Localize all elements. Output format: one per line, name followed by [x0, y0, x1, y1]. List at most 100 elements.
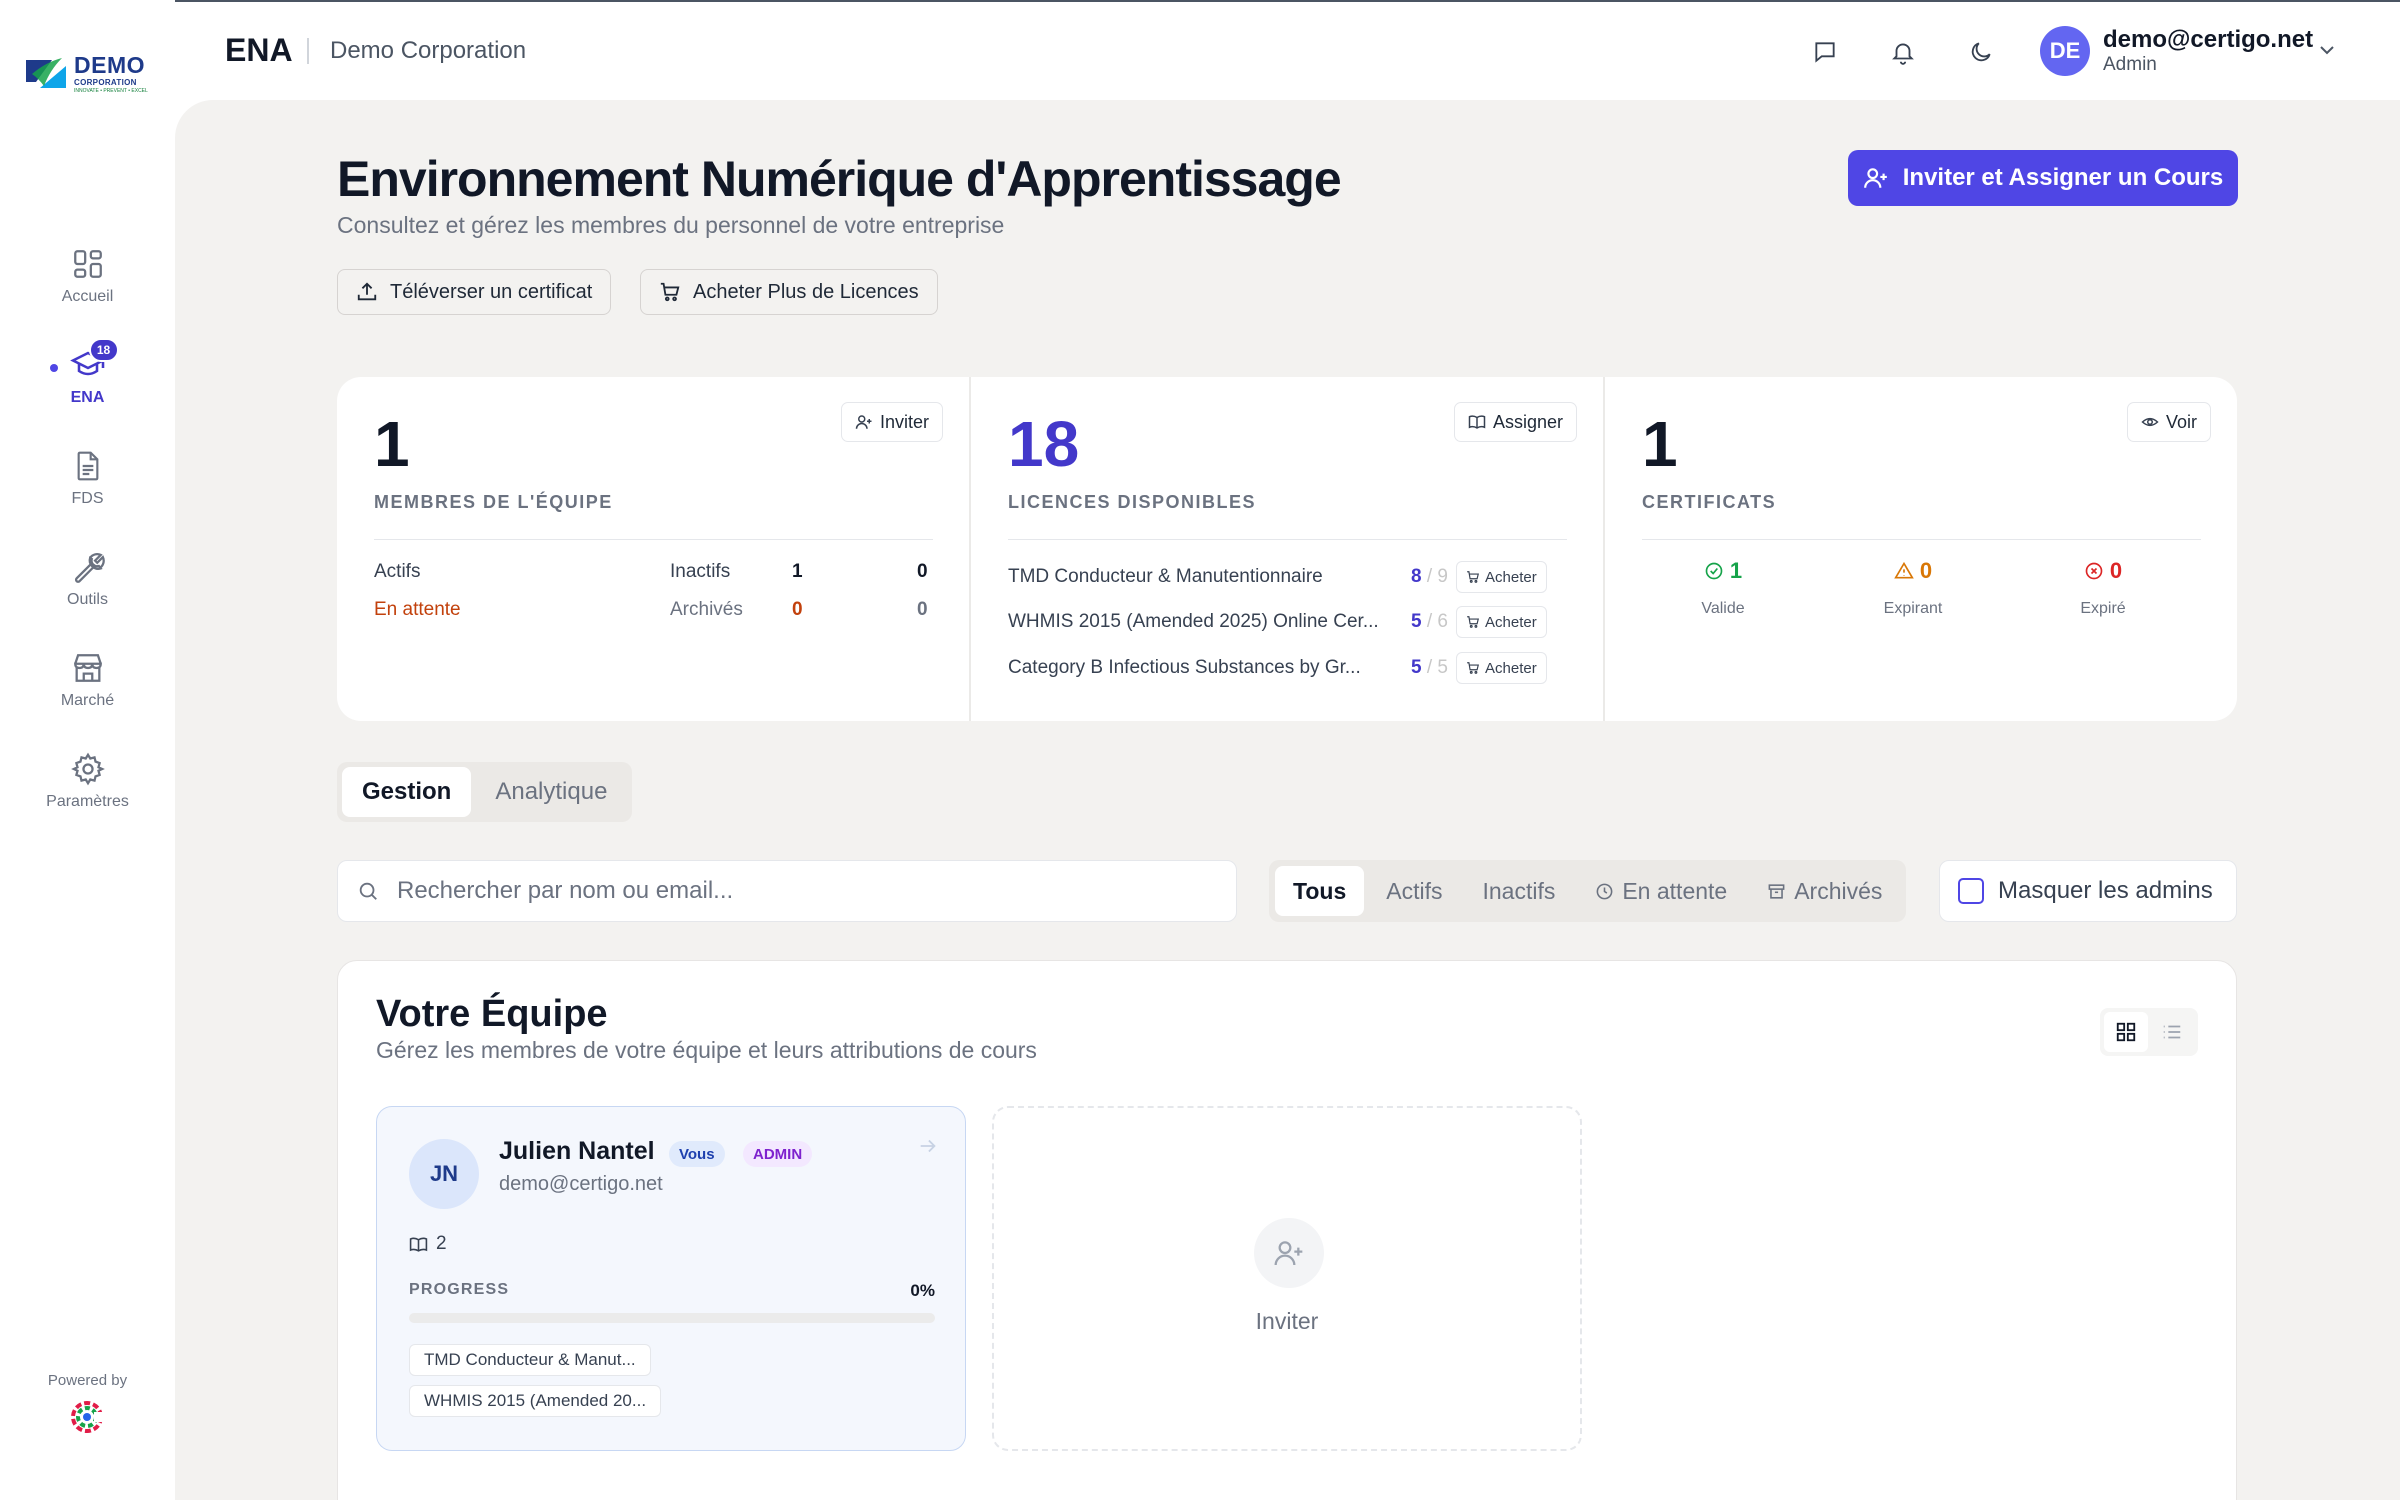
- buy-licenses-label: Acheter Plus de Licences: [693, 280, 919, 303]
- search-icon: [359, 882, 377, 900]
- course-chip: WHMIS 2015 (Amended 20...: [409, 1385, 662, 1417]
- team-members-count: 1: [374, 408, 410, 480]
- member-avatar: JN: [409, 1139, 479, 1209]
- graduation-cap-icon: 18: [69, 338, 119, 384]
- divider: [1008, 539, 1567, 540]
- clock-icon: [1596, 883, 1613, 899]
- user-avatar[interactable]: DE: [2040, 26, 2090, 76]
- page-title: Environnement Numérique d'Apprentissage: [337, 151, 1342, 207]
- pending-count: 0: [792, 599, 803, 620]
- ena-count-badge: 18: [88, 338, 119, 362]
- sidebar-item-ena[interactable]: 18 ENA: [0, 338, 175, 447]
- gear-icon: [69, 750, 107, 788]
- bell-icon[interactable]: [1885, 34, 1921, 70]
- upload-certificate-label: Téléverser un certificat: [390, 280, 593, 303]
- store-icon: [69, 649, 107, 687]
- admin-badge: ADMIN: [743, 1141, 813, 1167]
- hide-admins-toggle[interactable]: Masquer les admins: [1939, 860, 2237, 922]
- sidebar-item-fds[interactable]: FDS: [0, 447, 175, 548]
- sidebar-nav: Accueil 18 ENA FDS Outils Marché Paramèt…: [0, 245, 175, 851]
- messages-icon[interactable]: [1807, 34, 1843, 70]
- stats-card: 1 MEMBRES DE L'ÉQUIPE Inviter Actifs 1 I…: [337, 377, 2237, 721]
- inactive-count: 0: [917, 561, 928, 582]
- assign-license-button[interactable]: Assigner: [1453, 402, 1577, 442]
- logo-text-sub: CORPORATION: [74, 78, 137, 87]
- expiring-label: Expirant: [1883, 600, 1943, 617]
- certificates-stat: 1 CERTIFICATS Voir 1 Valide 0 Expirant 0…: [1605, 377, 2237, 721]
- member-card[interactable]: JN Julien Nantel Vous ADMIN demo@certigo…: [376, 1106, 966, 1451]
- hide-admins-label: Masquer les admins: [1998, 877, 2213, 904]
- tab-gestion[interactable]: Gestion: [342, 767, 472, 817]
- expired-label: Expiré: [2080, 600, 2126, 617]
- license-row: Category B Infectious Substances by Gr..…: [1008, 651, 1564, 685]
- hide-admins-checkbox[interactable]: [1958, 878, 1984, 904]
- license-row: WHMIS 2015 (Amended 2025) Online Cer... …: [1008, 605, 1564, 639]
- buy-licenses-button[interactable]: Acheter Plus de Licences: [640, 269, 938, 315]
- arrow-right-icon[interactable]: [917, 1135, 939, 1157]
- license-name: TMD Conducteur & Manutentionnaire: [1008, 566, 1323, 587]
- cart-icon: [660, 282, 680, 302]
- team-members-label: MEMBRES DE L'ÉQUIPE: [374, 492, 613, 512]
- valid-label: Valide: [1701, 600, 1745, 617]
- moon-icon[interactable]: [1963, 34, 1999, 70]
- license-count: 5 / 5: [1411, 657, 1448, 678]
- chevron-down-icon[interactable]: [2315, 38, 2339, 62]
- progress-value: 0%: [910, 1281, 935, 1300]
- invite-member-button[interactable]: Inviter: [840, 402, 943, 442]
- tab-analytique[interactable]: Analytique: [475, 767, 627, 817]
- archive-icon: [1768, 883, 1785, 899]
- header-divider: [307, 38, 309, 64]
- archived-label: Archivés: [670, 599, 743, 620]
- user-email[interactable]: demo@certigo.net: [2103, 26, 2313, 54]
- course-chip: TMD Conducteur & Manut...: [409, 1344, 651, 1376]
- search-input[interactable]: [397, 877, 1197, 905]
- view-certificates-label: Voir: [2165, 411, 2197, 432]
- check-circle-icon: [1705, 562, 1723, 580]
- filter-inactive[interactable]: Inactifs: [1464, 866, 1573, 916]
- filter-active[interactable]: Actifs: [1368, 866, 1460, 916]
- sidebar-item-label: ENA: [70, 389, 105, 406]
- sidebar-item-label: Accueil: [61, 288, 114, 305]
- team-panel: Votre Équipe Gérez les membres de votre …: [337, 960, 2237, 1500]
- sidebar-item-accueil[interactable]: Accueil: [0, 245, 175, 346]
- buy-license-button[interactable]: Acheter: [1456, 606, 1547, 638]
- upload-certificate-button[interactable]: Téléverser un certificat: [337, 269, 612, 315]
- view-certificates-button[interactable]: Voir: [2126, 402, 2211, 442]
- active-label: Actifs: [374, 561, 421, 582]
- sidebar-item-label: Outils: [67, 591, 108, 608]
- sidebar-item-label: Marché: [60, 692, 115, 709]
- filter-archived[interactable]: Archivés: [1749, 866, 1900, 916]
- licenses-label: LICENCES DISPONIBLES: [1008, 492, 1257, 512]
- sidebar-item-parametres[interactable]: Paramètres: [0, 750, 175, 851]
- invite-member-card[interactable]: Inviter: [992, 1106, 1582, 1451]
- filter-pending[interactable]: En attente: [1577, 866, 1745, 916]
- cart-icon: [1467, 616, 1479, 628]
- sidebar-item-outils[interactable]: Outils: [0, 548, 175, 649]
- top-header: ENA Demo Corporation DE demo@certigo.net…: [175, 0, 2400, 100]
- main-content: Environnement Numérique d'Apprentissage …: [175, 100, 2400, 1500]
- book-icon: [1468, 415, 1486, 429]
- divider: [1642, 539, 2201, 540]
- grid-view-button[interactable]: [2104, 1012, 2148, 1052]
- eye-icon: [2141, 417, 2159, 427]
- valid-count: 1: [1729, 558, 1743, 583]
- view-mode-toggle: [2100, 1008, 2198, 1056]
- member-name: Julien Nantel: [499, 1137, 655, 1165]
- company-logo[interactable]: DEMO CORPORATION INNOVATE • PREVENT • EX…: [22, 50, 154, 98]
- sidebar-item-label: FDS: [71, 490, 104, 507]
- book-icon: [409, 1237, 428, 1252]
- member-course-count: 2: [409, 1233, 447, 1255]
- sidebar-item-marche[interactable]: Marché: [0, 649, 175, 750]
- list-view-button[interactable]: [2150, 1012, 2194, 1052]
- user-plus-icon: [1274, 1241, 1303, 1266]
- filter-all[interactable]: Tous: [1275, 866, 1365, 916]
- dashboard-grid-icon: [69, 245, 107, 283]
- buy-license-button[interactable]: Acheter: [1456, 652, 1547, 684]
- license-name: Category B Infectious Substances by Gr..…: [1008, 657, 1361, 678]
- logo-tagline: INNOVATE • PREVENT • EXCEL: [74, 88, 148, 94]
- inactive-label: Inactifs: [670, 561, 731, 582]
- buy-license-button[interactable]: Acheter: [1456, 561, 1547, 593]
- expired-certificates: 0 Expiré: [2038, 558, 2168, 618]
- invite-assign-course-button[interactable]: Inviter et Assigner un Cours: [1848, 150, 2238, 206]
- page-subtitle: Consultez et gérez les membres du person…: [337, 212, 1005, 238]
